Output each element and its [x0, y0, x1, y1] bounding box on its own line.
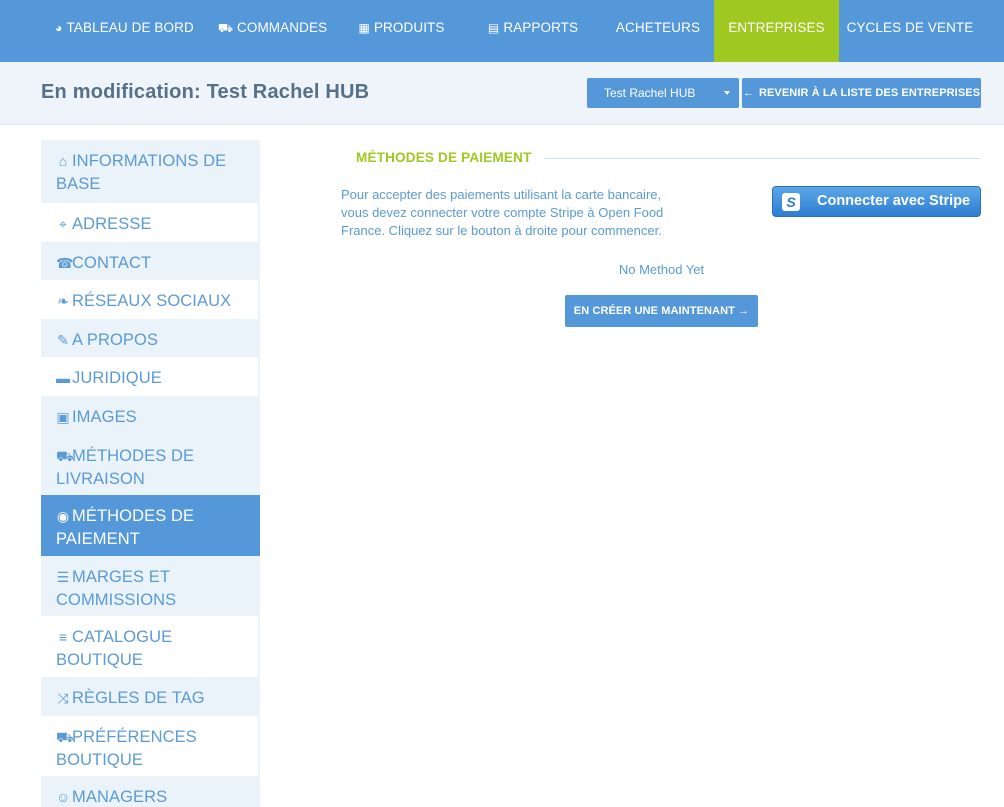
map-marker-icon: ⌖ [59, 216, 67, 232]
nav-item-order-cycles[interactable]: Cycles de vente [839, 0, 981, 62]
sidebar-item-managers[interactable]: ☺MANAGERS [41, 776, 260, 807]
nav-item-orders[interactable]: ⛟ Commandes [206, 0, 339, 62]
sidebar-item-label: INFORMATIONS DE BASE [56, 152, 227, 193]
dashboard-icon: ◕ [55, 21, 63, 35]
pencil-icon: ✎ [57, 332, 69, 348]
cart-icon: ⛟ [56, 729, 74, 745]
phone-icon: ☎ [56, 255, 74, 271]
sidebar-item-shipping-methods[interactable]: ⛟MÉTHODES DE LIVRAISON [41, 435, 260, 495]
user-icon: ☺ [56, 789, 71, 805]
nav-item-buyers[interactable]: Acheteurs [602, 0, 714, 62]
sidebar-item-label: MÉTHODES DE PAIEMENT [56, 507, 195, 548]
sidebar-item-label: IMAGES [72, 408, 137, 426]
sidebar-item-label: ADRESSE [72, 215, 152, 233]
sidebar-item-images[interactable]: ▣ IMAGES [41, 396, 260, 435]
nav-item-label: Produits [373, 20, 445, 35]
sidebar-item-label: CONTACT [72, 254, 152, 272]
no-method-text: No Method Yet [618, 262, 705, 277]
arrow-left-icon: ← [742, 87, 754, 99]
sidebar-item-label: A PROPOS [72, 331, 159, 349]
image-icon: ▣ [56, 409, 70, 425]
nav-item-label: Rapports [503, 20, 579, 35]
home-icon: ⌂ [58, 153, 68, 169]
nav-item-dashboard[interactable]: ◕ Tableau de bord [43, 0, 206, 62]
sidebar-item-tag-rules[interactable]: ⤨ RÈGLES DE TAG [41, 677, 260, 716]
page-header: En modification: Test Rachel HUB Test Ra… [0, 62, 1004, 125]
sidebar-item-fees[interactable]: ☰ MARGES ET COMMISSIONS [41, 556, 260, 616]
sidebar-item-label: JURIDIQUE [72, 369, 162, 387]
money-icon: ◉ [56, 508, 70, 524]
section-title: MÉTHODES DE PAIEMENT [356, 150, 532, 165]
enterprise-select-value: Test Rachel HUB [604, 86, 696, 100]
sidebar-item-label: RÈGLES DE TAG [72, 689, 205, 707]
create-payment-method-button[interactable]: EN CRÉER UNE MAINTENANT → [565, 295, 758, 327]
sidebar-item-address[interactable]: ⌖ ADRESSE [41, 203, 260, 242]
stripe-intro-text: Pour accepter des paiements utilisant la… [341, 187, 664, 238]
sidebar-item-label: CATALOGUE BOUTIQUE [56, 628, 173, 669]
file-icon: ▤ [487, 21, 500, 35]
grid-icon: ▦ [358, 21, 370, 35]
list-alt-icon: ☰ [56, 569, 70, 585]
nav-item-enterprises[interactable]: Entreprises [714, 0, 839, 68]
sidebar-item-legal[interactable]: ▬ JURIDIQUE [41, 357, 260, 396]
connect-stripe-button[interactable]: S Connecter avec Stripe [772, 186, 981, 217]
twitter-icon: ❧ [57, 293, 69, 309]
truck-icon: ⛟ [56, 448, 74, 464]
random-icon: ⤨ [57, 690, 69, 706]
connect-stripe-label: Connecter avec Stripe [817, 193, 971, 209]
sidebar-item-about[interactable]: ✎ A PROPOS [41, 319, 260, 357]
sidebar-item-label: MARGES ET COMMISSIONS [56, 568, 177, 609]
nav-item-products[interactable]: ▦ Produits [339, 0, 464, 62]
sidebar-item-payment-methods[interactable]: ◉ MÉTHODES DE PAIEMENT [41, 495, 260, 556]
page-title: En modification: Test Rachel HUB [41, 81, 370, 103]
section-divider [545, 158, 981, 159]
sidebar-item-label: MANAGERS [72, 788, 168, 806]
list-icon: ≡ [58, 629, 68, 645]
sidebar: ⌂ INFORMATIONS DE BASE ⌖ ADRESSE ☎CONTACT … [41, 140, 260, 807]
enterprise-select[interactable]: Test Rachel HUB [587, 78, 739, 108]
sidebar-item-label: MÉTHODES DE LIVRAISON [56, 447, 195, 488]
briefcase-icon: ▬ [56, 370, 71, 386]
sidebar-item-shop-catalog[interactable]: ≡ CATALOGUE BOUTIQUE [41, 616, 260, 677]
arrow-right-icon: → [738, 305, 750, 317]
nav-item-label: Acheteurs [615, 20, 701, 35]
create-button-label: EN CRÉER UNE MAINTENANT [573, 305, 735, 317]
top-navigation: ◕ Tableau de bord ⛟ Commandes ▦ Produits ▤ R… [0, 0, 1004, 68]
back-button-label: REVENIR À LA LISTE DES ENTREPRISES [758, 87, 981, 99]
nav-item-label: Entreprises [728, 20, 825, 35]
sidebar-item-contact[interactable]: ☎CONTACT [41, 242, 260, 280]
nav-item-label: Tableau de bord [66, 20, 194, 35]
sidebar-item-social[interactable]: ❧ RÉSEAUX SOCIAUX [41, 280, 260, 319]
nav-item-label: Cycles de vente [846, 20, 974, 35]
nav-item-reports[interactable]: ▤ Rapports [464, 0, 602, 62]
sidebar-item-label: RÉSEAUX SOCIAUX [72, 292, 232, 310]
back-to-enterprises-button[interactable]: ← REVENIR À LA LISTE DES ENTREPRISES [742, 78, 981, 108]
nav-item-label: Commandes [237, 20, 328, 35]
caret-down-icon [724, 91, 730, 95]
sidebar-item-basic-info[interactable]: ⌂ INFORMATIONS DE BASE [41, 140, 260, 203]
sidebar-item-shop-preferences[interactable]: ⛟PRÉFÉRENCES BOUTIQUE [41, 716, 260, 776]
sidebar-item-label: PRÉFÉRENCES BOUTIQUE [56, 728, 197, 769]
stripe-logo-icon: S [782, 193, 800, 211]
cart-icon: ⛟ [217, 21, 234, 35]
